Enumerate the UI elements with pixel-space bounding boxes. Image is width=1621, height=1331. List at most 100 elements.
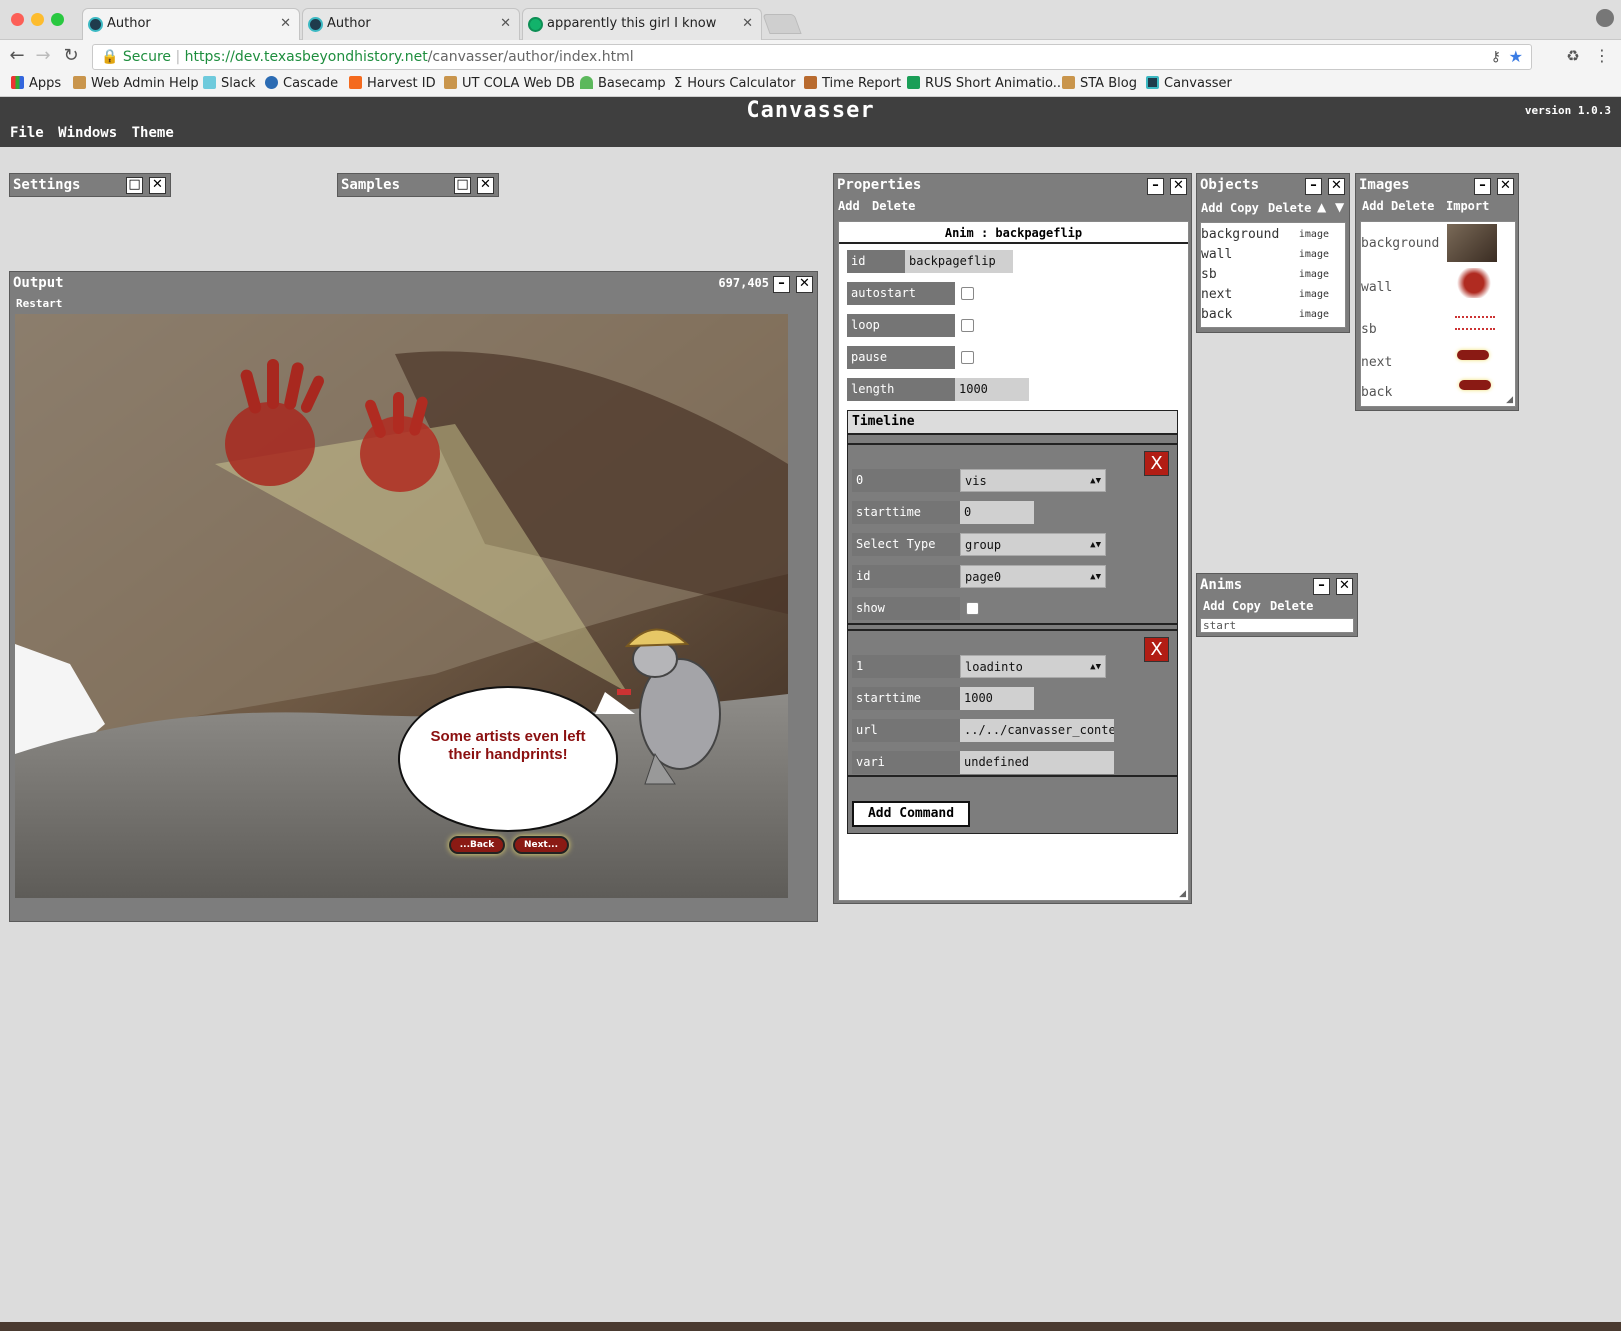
cmd1-vari-field[interactable]: undefined bbox=[960, 751, 1114, 774]
close-icon[interactable]: ✕ bbox=[1170, 178, 1187, 195]
scene-next-button[interactable]: Next... bbox=[513, 836, 569, 854]
menu-file[interactable]: File bbox=[10, 125, 44, 141]
scene-back-button[interactable]: ...Back bbox=[449, 836, 505, 854]
cmd0-type-select[interactable]: vis ▲▼ bbox=[960, 469, 1106, 492]
bookmark-star-icon[interactable]: ★ bbox=[1509, 45, 1523, 69]
tab-close-icon[interactable]: ✕ bbox=[280, 9, 291, 39]
bookmark-harvest-id[interactable]: Harvest ID bbox=[349, 73, 436, 95]
object-item[interactable]: back image bbox=[1201, 307, 1339, 327]
browser-tab-author-2[interactable]: Author ✕ bbox=[302, 8, 520, 40]
resize-handle-icon[interactable]: ◢ bbox=[1179, 889, 1186, 899]
prop-pause-checkbox[interactable] bbox=[961, 351, 974, 364]
images-list: background wall sb next back ◢ bbox=[1360, 221, 1516, 407]
tab-close-icon[interactable]: ✕ bbox=[500, 9, 511, 39]
reload-icon[interactable]: ↻ bbox=[59, 44, 83, 68]
anims-delete-button[interactable]: Delete bbox=[1270, 599, 1313, 613]
prop-id-field[interactable]: backpageflip bbox=[905, 250, 1013, 273]
minimize-icon[interactable]: – bbox=[773, 276, 790, 293]
prop-loop-checkbox[interactable] bbox=[961, 319, 974, 332]
tab-close-icon[interactable]: ✕ bbox=[742, 9, 753, 39]
samples-title[interactable]: Samples bbox=[341, 177, 400, 193]
bookmark-basecamp[interactable]: Basecamp bbox=[580, 73, 666, 95]
close-icon[interactable]: ✕ bbox=[1336, 578, 1353, 595]
profile-icon[interactable] bbox=[1596, 9, 1614, 27]
objects-delete-button[interactable]: Delete bbox=[1268, 201, 1311, 215]
bookmark-web-admin-help[interactable]: Web Admin Help bbox=[73, 73, 199, 95]
address-bar[interactable]: 🔒 Secure | https://dev.texasbeyondhistor… bbox=[92, 44, 1532, 70]
cmd1-type-select[interactable]: loadinto ▲▼ bbox=[960, 655, 1106, 678]
anims-copy-button[interactable]: Copy bbox=[1232, 599, 1261, 613]
maximize-window-icon[interactable] bbox=[51, 13, 64, 26]
bookmark-time-report[interactable]: Time Report bbox=[804, 73, 901, 95]
recycle-extension-icon[interactable]: ♻ bbox=[1561, 44, 1585, 68]
minimize-window-icon[interactable] bbox=[31, 13, 44, 26]
resize-handle-icon[interactable]: ◢ bbox=[1506, 395, 1513, 405]
objects-copy-button[interactable]: Copy bbox=[1230, 201, 1259, 215]
close-icon[interactable]: ✕ bbox=[149, 177, 166, 194]
objects-title[interactable]: Objects bbox=[1200, 177, 1259, 193]
properties-delete-button[interactable]: Delete bbox=[872, 199, 915, 213]
ut-shield-icon bbox=[73, 76, 86, 89]
move-down-icon[interactable]: ▼ bbox=[1335, 200, 1344, 214]
restart-button[interactable]: Restart bbox=[16, 297, 62, 310]
output-title[interactable]: Output bbox=[13, 275, 64, 291]
browser-tab-third[interactable]: apparently this girl I know just ✕ bbox=[522, 8, 762, 40]
settings-title[interactable]: Settings bbox=[13, 177, 80, 193]
object-item[interactable]: wall image bbox=[1201, 247, 1339, 267]
output-canvas[interactable]: Some artists even left their handprints!… bbox=[15, 314, 788, 898]
cmd1-url-field[interactable]: ../../canvasser_conten bbox=[960, 719, 1114, 742]
minimize-icon[interactable]: – bbox=[1313, 578, 1330, 595]
cmd0-seltype-select[interactable]: group ▲▼ bbox=[960, 533, 1106, 556]
cmd0-id-select[interactable]: page0 ▲▼ bbox=[960, 565, 1106, 588]
close-window-icon[interactable] bbox=[11, 13, 24, 26]
delete-command-1-button[interactable]: X bbox=[1144, 637, 1169, 662]
bookmark-ut-cola-web-db[interactable]: UT COLA Web DB bbox=[444, 73, 575, 95]
properties-title[interactable]: Properties bbox=[837, 177, 921, 193]
back-arrow-icon[interactable]: ← bbox=[5, 44, 29, 68]
bookmark-slack[interactable]: Slack bbox=[203, 73, 256, 95]
anim-item[interactable]: start bbox=[1203, 619, 1236, 632]
prop-autostart-checkbox[interactable] bbox=[961, 287, 974, 300]
bookmark-canvasser[interactable]: Canvasser bbox=[1146, 73, 1232, 95]
key-icon[interactable]: ⚷ bbox=[1491, 45, 1501, 69]
object-item[interactable]: background image bbox=[1201, 227, 1339, 247]
images-import-button[interactable]: Import bbox=[1446, 199, 1489, 213]
close-icon[interactable]: ✕ bbox=[796, 276, 813, 293]
menu-kebab-icon[interactable]: ⋮ bbox=[1590, 44, 1614, 68]
menu-theme[interactable]: Theme bbox=[132, 125, 174, 141]
bookmark-sta-blog[interactable]: STA Blog bbox=[1062, 73, 1137, 95]
delete-command-0-button[interactable]: X bbox=[1144, 451, 1169, 476]
move-up-icon[interactable]: ▲ bbox=[1317, 200, 1326, 214]
browser-tab-author-1[interactable]: Author ✕ bbox=[82, 8, 300, 40]
images-add-button[interactable]: Add bbox=[1362, 199, 1384, 213]
restore-icon[interactable]: □ bbox=[454, 177, 471, 194]
cmd1-starttime-field[interactable]: 1000 bbox=[960, 687, 1034, 710]
minimize-icon[interactable]: – bbox=[1474, 178, 1491, 195]
menu-windows[interactable]: Windows bbox=[58, 125, 117, 141]
close-icon[interactable]: ✕ bbox=[1497, 178, 1514, 195]
restore-icon[interactable]: □ bbox=[126, 177, 143, 194]
anims-title[interactable]: Anims bbox=[1200, 577, 1242, 593]
bookmark-cascade[interactable]: Cascade bbox=[265, 73, 338, 95]
new-tab-button[interactable] bbox=[762, 14, 802, 34]
add-command-button[interactable]: Add Command bbox=[852, 801, 970, 827]
cmd0-starttime-field[interactable]: 0 bbox=[960, 501, 1034, 524]
close-icon[interactable]: ✕ bbox=[1328, 178, 1345, 195]
anims-add-button[interactable]: Add bbox=[1203, 599, 1225, 613]
forward-arrow-icon[interactable]: → bbox=[31, 44, 55, 68]
basecamp-icon bbox=[580, 76, 593, 89]
cmd0-show-checkbox[interactable] bbox=[966, 602, 979, 615]
object-item[interactable]: sb image bbox=[1201, 267, 1339, 287]
bookmark-hours-calculator[interactable]: Σ Hours Calculator bbox=[674, 73, 795, 95]
prop-length-field[interactable]: 1000 bbox=[955, 378, 1029, 401]
bookmark-apps[interactable]: Apps bbox=[11, 73, 61, 95]
properties-add-button[interactable]: Add bbox=[838, 199, 860, 213]
object-item[interactable]: next image bbox=[1201, 287, 1339, 307]
bookmark-rus-short-animation[interactable]: RUS Short Animatio... bbox=[907, 73, 1065, 95]
close-icon[interactable]: ✕ bbox=[477, 177, 494, 194]
objects-add-button[interactable]: Add bbox=[1201, 201, 1223, 215]
images-delete-button[interactable]: Delete bbox=[1391, 199, 1434, 213]
images-title[interactable]: Images bbox=[1359, 177, 1410, 193]
minimize-icon[interactable]: – bbox=[1147, 178, 1164, 195]
minimize-icon[interactable]: – bbox=[1305, 178, 1322, 195]
